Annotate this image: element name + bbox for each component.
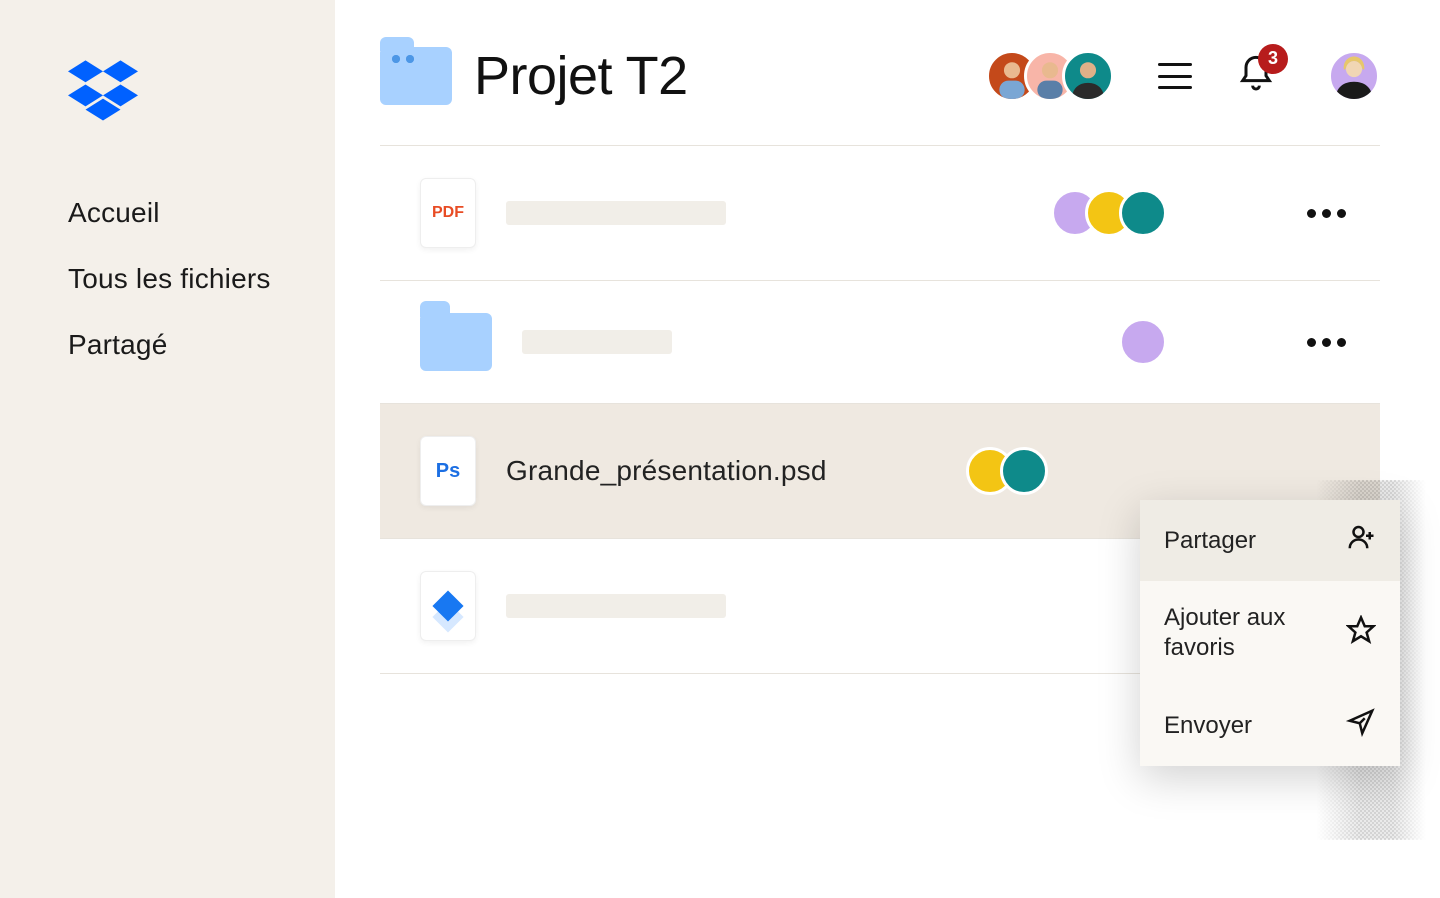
list-view-toggle-icon[interactable] xyxy=(1158,59,1192,93)
avatar[interactable] xyxy=(1119,318,1167,366)
profile-avatar[interactable] xyxy=(1328,50,1380,102)
person-add-icon xyxy=(1346,522,1376,559)
menu-favorite[interactable]: Ajouter aux favoris xyxy=(1140,581,1400,685)
overflow-menu-button[interactable] xyxy=(1297,328,1356,357)
filename-placeholder xyxy=(506,594,726,618)
photoshop-file-icon: Ps xyxy=(420,436,476,506)
filename-placeholder xyxy=(522,330,672,354)
row-collaborators[interactable] xyxy=(1119,318,1167,366)
filename-placeholder xyxy=(506,201,726,225)
notifications-button[interactable]: 3 xyxy=(1236,54,1276,99)
pdf-file-icon: PDF xyxy=(420,178,476,248)
paper-file-icon xyxy=(420,571,476,641)
page-header: Projet T2 3 xyxy=(380,45,1380,146)
file-row[interactable]: PDF xyxy=(380,146,1380,281)
nav-shared[interactable]: Partagé xyxy=(68,329,280,361)
dropbox-logo[interactable] xyxy=(68,60,280,127)
nav-all-files[interactable]: Tous les fichiers xyxy=(68,263,280,295)
menu-label: Envoyer xyxy=(1164,711,1330,741)
filename: Grande_présentation.psd xyxy=(506,455,827,487)
paper-plane-icon xyxy=(1346,707,1376,744)
context-menu: Partager Ajouter aux favoris Envoyer xyxy=(1140,500,1400,766)
avatar[interactable] xyxy=(1000,447,1048,495)
menu-share[interactable]: Partager xyxy=(1140,500,1400,581)
avatar[interactable] xyxy=(1119,189,1167,237)
menu-label: Ajouter aux favoris xyxy=(1164,603,1330,663)
avatar[interactable] xyxy=(1062,50,1114,102)
menu-send[interactable]: Envoyer xyxy=(1140,685,1400,766)
row-collaborators[interactable] xyxy=(966,447,1048,495)
folder-icon xyxy=(420,313,492,371)
sidebar: Accueil Tous les fichiers Partagé xyxy=(0,0,335,898)
nav-home[interactable]: Accueil xyxy=(68,197,280,229)
collaborator-avatars[interactable] xyxy=(986,50,1114,102)
menu-label: Partager xyxy=(1164,526,1330,556)
page-title: Projet T2 xyxy=(474,45,964,107)
shared-folder-icon xyxy=(380,47,452,105)
row-collaborators[interactable] xyxy=(1051,189,1167,237)
star-icon xyxy=(1346,615,1376,652)
notification-badge: 3 xyxy=(1258,44,1288,74)
overflow-menu-button[interactable] xyxy=(1297,199,1356,228)
file-row[interactable] xyxy=(380,281,1380,404)
